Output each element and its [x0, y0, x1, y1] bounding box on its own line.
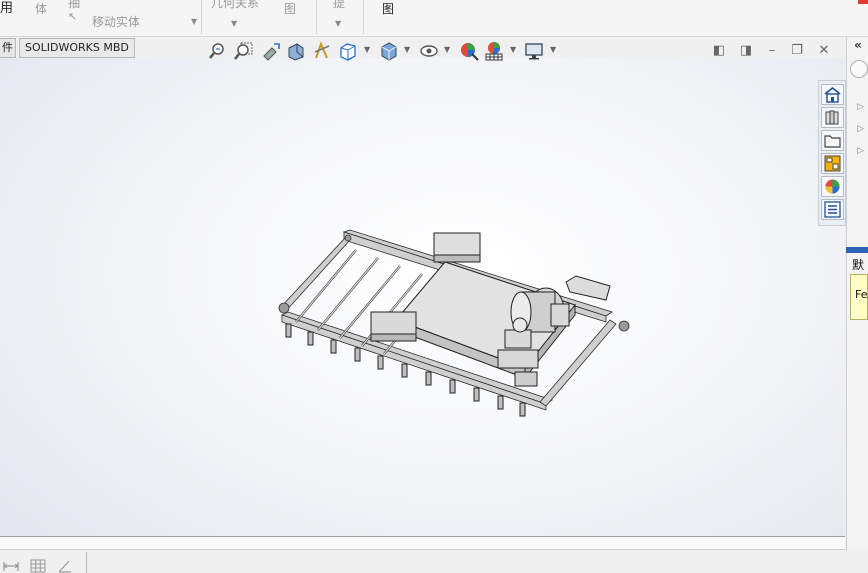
chevron-down-icon[interactable]: ▼ — [550, 45, 556, 54]
ribbon-separator — [201, 0, 202, 34]
section-view-icon — [288, 43, 304, 61]
view-orientation-icon — [340, 43, 356, 61]
hide-show-button[interactable] — [418, 40, 440, 62]
chevron-down-icon[interactable]: ▼ — [364, 45, 370, 54]
apply-scene-button[interactable] — [483, 40, 505, 62]
panel-header-bar — [846, 247, 868, 253]
chevron-down-icon[interactable]: ▼ — [191, 17, 197, 26]
panel-note: Fe — [850, 274, 868, 320]
panel-note-text: Fe — [855, 288, 868, 301]
tile-right-icon[interactable]: ◨ — [737, 42, 755, 60]
tile-left-icon[interactable]: ◧ — [710, 42, 728, 60]
zoom-to-fit-icon — [209, 43, 224, 59]
ribbon-item-move-body[interactable]: 移动实体 — [92, 13, 140, 30]
view-orientation-button[interactable] — [337, 40, 359, 62]
section-view-button[interactable] — [285, 40, 307, 62]
expand-arrow-icon[interactable]: ▷ — [857, 146, 864, 156]
collapse-pane-icon[interactable]: « — [848, 38, 868, 54]
close-icon[interactable]: ✕ — [815, 42, 833, 60]
solidworks-window: 用 体 抽 ↖ 移动实体 ▼ 几何关系 ▼ 图 提 ▼ 图 件 SOLIDWOR… — [0, 0, 868, 573]
chevron-down-icon[interactable]: ▼ — [335, 19, 341, 28]
restore-icon[interactable]: ❐ — [788, 42, 806, 60]
hide-show-icon — [420, 45, 438, 57]
dynamic-annotation-button[interactable] — [311, 40, 333, 62]
tab-parts[interactable]: 件 — [0, 38, 16, 58]
tab-solidworks-mbd[interactable]: SOLIDWORKS MBD — [19, 38, 135, 58]
conveyor-assembly-model[interactable] — [0, 58, 845, 536]
design-library-icon — [825, 110, 839, 125]
ribbon-item-ti2[interactable]: 提 — [333, 0, 345, 11]
edit-appearance-icon — [461, 43, 479, 61]
apply-scene-icon — [485, 42, 503, 61]
ribbon-item-relations[interactable]: 几何关系 — [211, 0, 259, 11]
previous-view-button[interactable] — [260, 40, 282, 62]
tab-mbd-label: SOLIDWORKS MBD — [25, 41, 129, 54]
ribbon-item-tu2[interactable]: 图 — [382, 0, 394, 17]
task-pane-custom-properties-button[interactable] — [821, 199, 844, 220]
expand-arrow-icon[interactable]: ▷ — [857, 102, 864, 112]
task-pane-tabs — [818, 80, 846, 226]
minimize-icon[interactable]: – — [763, 42, 781, 60]
custom-properties-icon — [824, 201, 841, 218]
tab-parts-label: 件 — [2, 41, 13, 54]
expand-arrow-icon[interactable]: ▷ — [857, 124, 864, 134]
chevron-down-icon[interactable]: ▼ — [444, 45, 450, 54]
home-icon — [824, 86, 841, 103]
ribbon-item-tu[interactable]: 图 — [284, 0, 296, 17]
ribbon-item-ti[interactable]: 体 — [35, 0, 47, 17]
chevron-down-icon[interactable]: ▼ — [231, 19, 237, 28]
chevron-down-icon[interactable]: ▼ — [404, 45, 410, 54]
status-bar — [0, 551, 868, 573]
sketch-angle-icon[interactable] — [57, 558, 75, 573]
zoom-area-icon — [234, 42, 253, 60]
grid-icon[interactable] — [29, 558, 47, 573]
edit-appearance-button[interactable] — [458, 40, 480, 62]
dimension-icon[interactable] — [2, 558, 20, 572]
task-pane-view-palette-button[interactable] — [821, 153, 844, 174]
command-ribbon: 用 体 抽 ↖ 移动实体 ▼ 几何关系 ▼ 图 提 ▼ 图 — [0, 0, 868, 37]
dynamic-annotation-icon — [314, 41, 330, 59]
back-icon[interactable] — [850, 60, 868, 78]
zoom-area-button[interactable] — [233, 40, 255, 62]
task-pane-home-button[interactable] — [821, 84, 844, 105]
display-style-button[interactable] — [378, 40, 400, 62]
previous-view-icon — [263, 43, 280, 61]
zoom-to-fit-button[interactable] — [207, 40, 229, 62]
appearances-icon — [825, 179, 840, 194]
ribbon-separator — [316, 0, 317, 34]
horizontal-scroll-area[interactable] — [0, 536, 845, 550]
folder-icon — [824, 135, 841, 148]
graphics-viewport[interactable] — [0, 58, 845, 536]
view-settings-icon — [525, 43, 543, 60]
move-body-icon: ↖ — [68, 10, 78, 23]
ribbon-item-yong[interactable]: 用 — [0, 0, 13, 16]
view-settings-button[interactable] — [523, 40, 545, 62]
status-separator — [86, 552, 87, 573]
task-pane-design-library-button[interactable] — [821, 107, 844, 128]
ribbon-separator — [363, 0, 364, 34]
display-style-icon — [381, 42, 397, 61]
view-palette-icon — [824, 155, 841, 172]
chevron-down-icon[interactable]: ▼ — [510, 45, 516, 54]
close-indicator — [858, 0, 868, 4]
task-pane-appearances-button[interactable] — [821, 176, 844, 197]
task-pane-file-explorer-button[interactable] — [821, 130, 844, 151]
